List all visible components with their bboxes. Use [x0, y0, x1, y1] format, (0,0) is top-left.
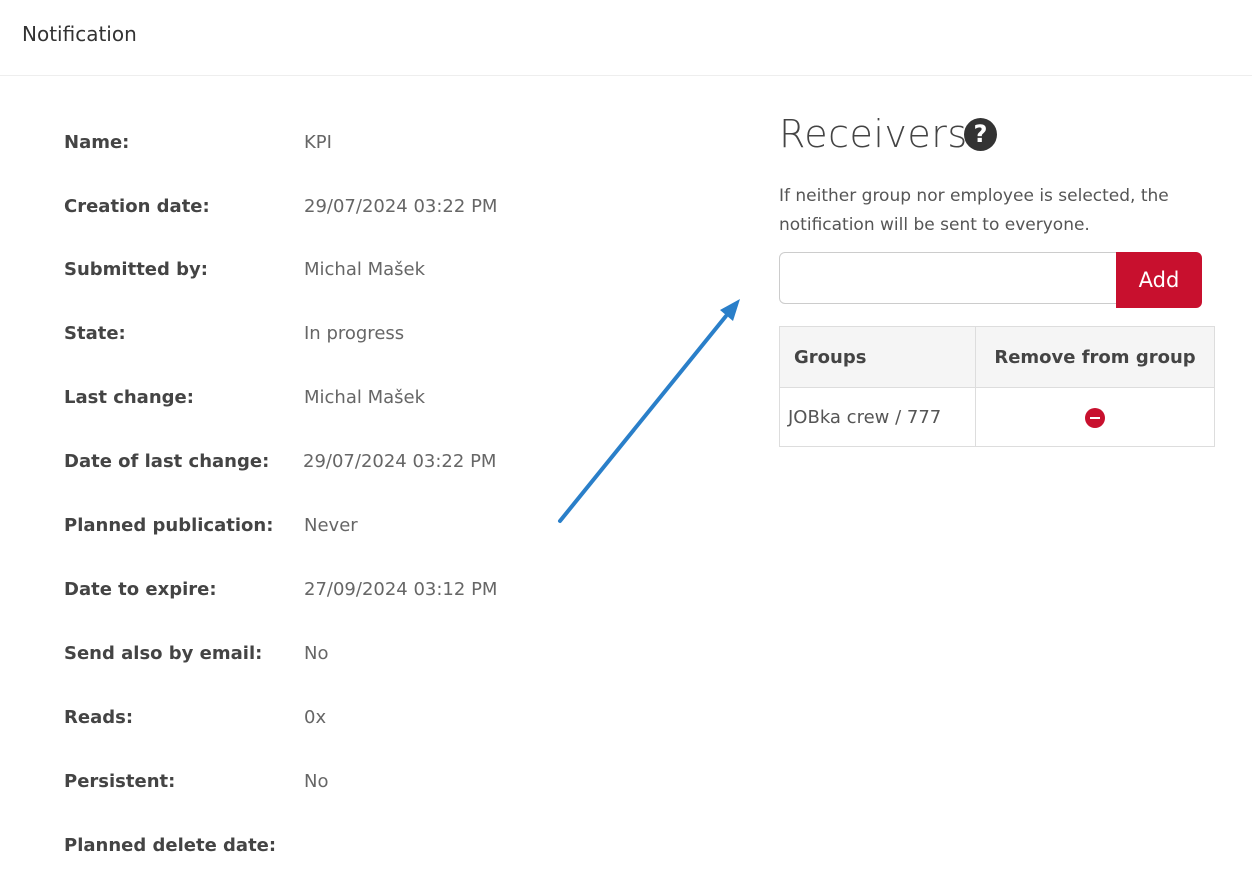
add-button[interactable]: Add — [1116, 252, 1202, 308]
question-circle-icon[interactable]: ? — [964, 118, 997, 151]
detail-value: 29/07/2024 03:22 PM — [304, 196, 498, 217]
detail-value: 29/07/2024 03:22 PM — [303, 451, 497, 472]
detail-value: In progress — [304, 323, 405, 344]
detail-value: Michal Mašek — [304, 387, 426, 408]
detail-label: Creation date: — [64, 196, 210, 217]
detail-value: 0x — [304, 707, 327, 728]
minus-circle-icon[interactable] — [1085, 407, 1105, 428]
detail-value: KPI — [304, 132, 332, 153]
annotation-arrow-head — [720, 299, 740, 321]
detail-label: Reads: — [64, 707, 134, 728]
page-header: Notification — [0, 0, 1252, 76]
groups-table: Groups Remove from group JOBka crew / 77… — [779, 326, 1215, 447]
detail-label: Persistent: — [64, 771, 176, 792]
detail-label: State: — [64, 323, 126, 344]
detail-label: Planned publication: — [64, 515, 274, 536]
column-header-remove-from-group: Remove from group — [975, 326, 1215, 388]
group-name-cell: JOBka crew / 777 — [779, 387, 976, 447]
table-row: JOBka crew / 777 — [779, 387, 1215, 447]
detail-value: No — [304, 771, 329, 792]
detail-label: Submitted by: — [64, 259, 208, 280]
detail-label: Last change: — [64, 387, 194, 408]
receiver-search-input[interactable] — [779, 252, 1119, 304]
detail-value: Michal Mašek — [304, 259, 426, 280]
remove-cell — [975, 387, 1215, 447]
detail-value: Never — [304, 515, 358, 536]
receivers-title: Receivers — [779, 112, 968, 156]
detail-label: Date of last change: — [64, 451, 270, 472]
detail-value: No — [304, 643, 329, 664]
receivers-hint: If neither group nor employee is selecte… — [779, 186, 1169, 235]
detail-label: Planned delete date: — [64, 835, 277, 856]
detail-label: Date to expire: — [64, 579, 217, 600]
detail-value: 27/09/2024 03:12 PM — [304, 579, 498, 600]
table-header-row: Groups Remove from group — [779, 326, 1215, 388]
detail-label: Name: — [64, 132, 130, 153]
column-header-groups: Groups — [779, 326, 976, 388]
detail-label: Send also by email: — [64, 643, 263, 664]
annotation-arrow-shaft — [558, 314, 728, 523]
page-title: Notification — [22, 22, 137, 46]
